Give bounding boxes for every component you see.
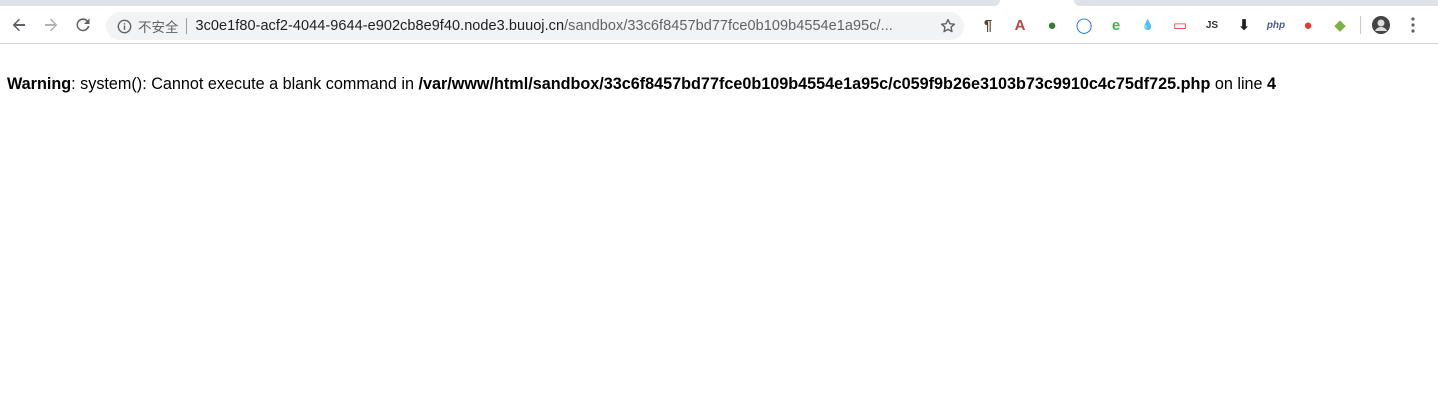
- red-badge-extension-icon[interactable]: ▭: [1164, 9, 1196, 41]
- arrow-right-icon: [45, 18, 58, 31]
- warning-text: : system(): Cannot execute a blank comma…: [71, 75, 419, 93]
- warning-label: Warning: [7, 75, 72, 93]
- cookie-extension-icon[interactable]: ●: [1292, 9, 1324, 41]
- php-warning-message: Warning: system(): Cannot execute a blan…: [7, 75, 1276, 94]
- url-path: /sandbox/33c6f8457bd77fce0b109b4554e1a95…: [564, 18, 893, 34]
- url-host: 3c0e1f80-acf2-4044-9644-e902cb8e9f40.nod…: [195, 18, 565, 34]
- address-bar[interactable]: 不安全 3c0e1f80-acf2-4044-9644-e902cb8e9f40…: [106, 12, 964, 40]
- green-globe-extension-icon[interactable]: ●: [1036, 9, 1068, 41]
- omnibox-divider: [185, 18, 187, 34]
- on-line-text: on line: [1210, 75, 1268, 93]
- url-text[interactable]: 3c0e1f80-acf2-4044-9644-e902cb8e9f40.nod…: [196, 18, 893, 34]
- cube-extension-icon[interactable]: ◆: [1324, 9, 1356, 41]
- forward-button[interactable]: [35, 9, 67, 41]
- blue-ring-extension-icon[interactable]: ◯: [1068, 9, 1100, 41]
- pilcrow-extension-icon[interactable]: ¶: [972, 9, 1004, 41]
- menu-kebab-icon[interactable]: [1397, 9, 1429, 41]
- bookmark-star-icon[interactable]: [940, 18, 956, 34]
- page-content: Warning: system(): Cannot execute a blan…: [0, 44, 1438, 406]
- toolbar-divider: [1360, 16, 1361, 34]
- js-extension-icon[interactable]: JS: [1196, 9, 1228, 41]
- arrow-left-icon: [12, 18, 25, 31]
- line-number: 4: [1267, 75, 1277, 93]
- reload-button[interactable]: [67, 9, 99, 41]
- droplet-extension-icon[interactable]: 💧: [1132, 9, 1164, 41]
- e-extension-icon[interactable]: e: [1100, 9, 1132, 41]
- browser-toolbar: 不安全 3c0e1f80-acf2-4044-9644-e902cb8e9f40…: [0, 6, 1438, 44]
- file-path: /var/www/html/sandbox/33c6f8457bd77fce0b…: [418, 75, 1211, 93]
- extensions-bar: ¶ A ● ◯ e 💧 ▭ JS ⬇ php ● ◆: [972, 6, 1429, 44]
- back-button[interactable]: [3, 9, 35, 41]
- insecure-label[interactable]: 不安全: [138, 16, 179, 36]
- php-extension-icon[interactable]: php: [1260, 9, 1292, 41]
- reload-icon: [76, 17, 90, 31]
- info-icon[interactable]: [116, 18, 132, 34]
- profile-avatar-icon[interactable]: [1365, 9, 1397, 41]
- download-arrow-extension-icon[interactable]: ⬇: [1228, 9, 1260, 41]
- pdf-extension-icon[interactable]: A: [1004, 9, 1036, 41]
